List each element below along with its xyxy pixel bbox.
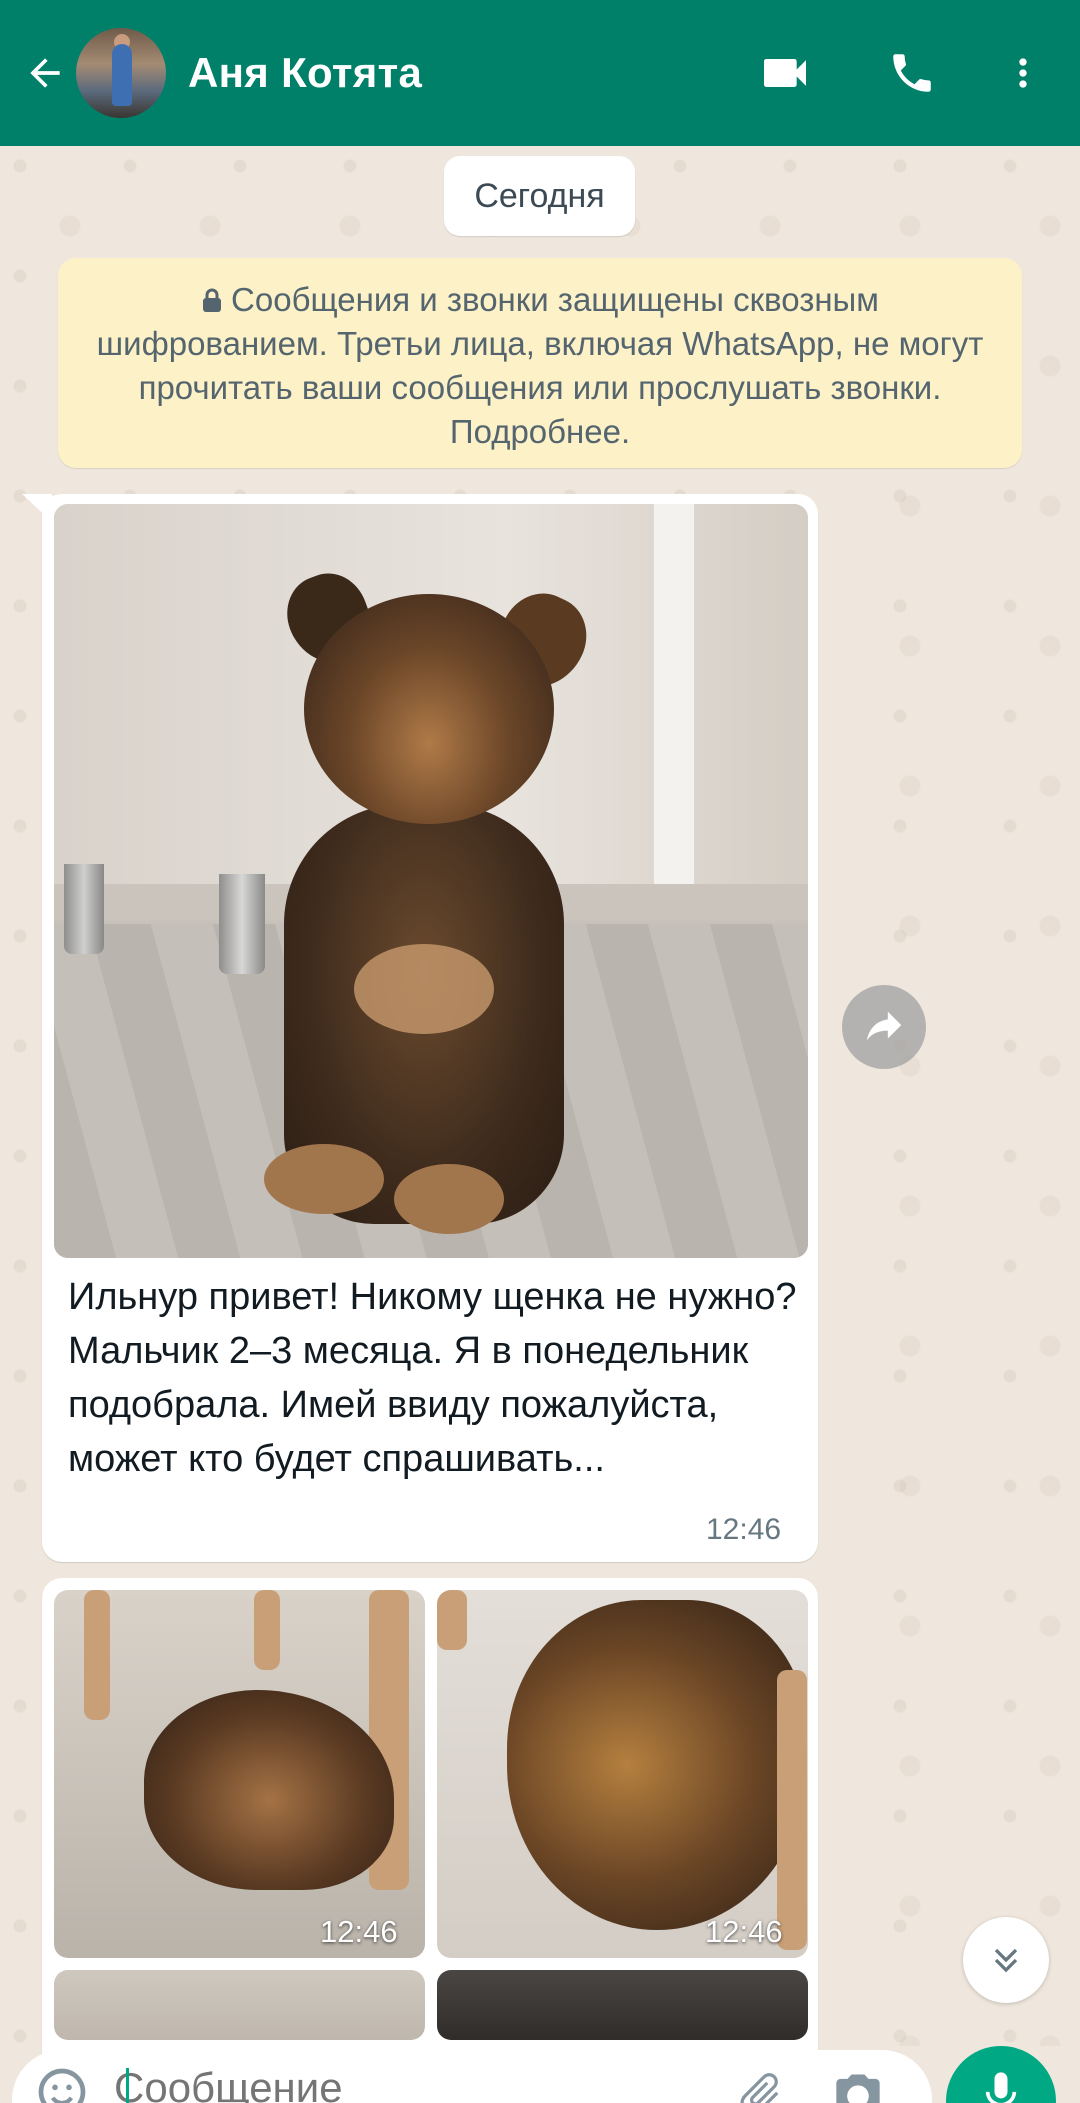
puppy-photo[interactable] (54, 1590, 425, 1958)
attach-button[interactable] (734, 2068, 786, 2103)
encryption-notice[interactable]: Сообщения и звонки защищены сквозным шиф… (58, 258, 1022, 468)
contact-name[interactable]: Аня Котята (188, 49, 422, 97)
puppy-photo[interactable] (437, 1970, 808, 2040)
forward-button[interactable] (842, 985, 926, 1069)
puppy-photo[interactable] (54, 1970, 425, 2040)
avatar[interactable] (76, 28, 166, 118)
double-chevron-down-icon (994, 1948, 1018, 1973)
puppy-photo[interactable] (437, 1590, 808, 1958)
emoji-icon (38, 2068, 86, 2103)
emoji-button[interactable] (34, 2064, 104, 2103)
more-options-button[interactable] (990, 40, 1056, 106)
image-time: 12:46 (705, 1914, 783, 1949)
arrow-back-icon (30, 58, 60, 88)
puppy-photo[interactable] (54, 504, 808, 1258)
lock-icon (203, 288, 222, 312)
message-composer (12, 2050, 932, 2103)
chat-header: Аня Котята (0, 0, 1080, 146)
phone-icon (893, 54, 931, 92)
forward-icon (866, 1011, 902, 1041)
video-call-button[interactable] (752, 40, 818, 106)
message-text: Ильнур привет! Никому щенка не нужно? Ма… (68, 1276, 797, 1480)
message-time: 12:46 (706, 1513, 782, 1546)
date-chip: Сегодня (444, 156, 635, 236)
voice-record-button[interactable] (946, 2046, 1056, 2103)
scroll-to-bottom-button[interactable] (963, 1917, 1049, 2003)
more-vert-icon (1019, 58, 1027, 88)
image-time: 12:46 (320, 1914, 398, 1949)
back-button[interactable] (10, 0, 80, 146)
mic-icon (985, 2072, 1017, 2103)
camera-icon (836, 2074, 880, 2103)
text-cursor (126, 2068, 129, 2103)
encryption-notice-text: Сообщения и звонки защищены сквозным шиф… (96, 281, 984, 450)
attach-icon (740, 2073, 779, 2103)
video-call-icon (764, 59, 806, 87)
camera-button[interactable] (832, 2068, 884, 2103)
voice-call-button[interactable] (879, 40, 945, 106)
message-input[interactable] (114, 2064, 674, 2103)
